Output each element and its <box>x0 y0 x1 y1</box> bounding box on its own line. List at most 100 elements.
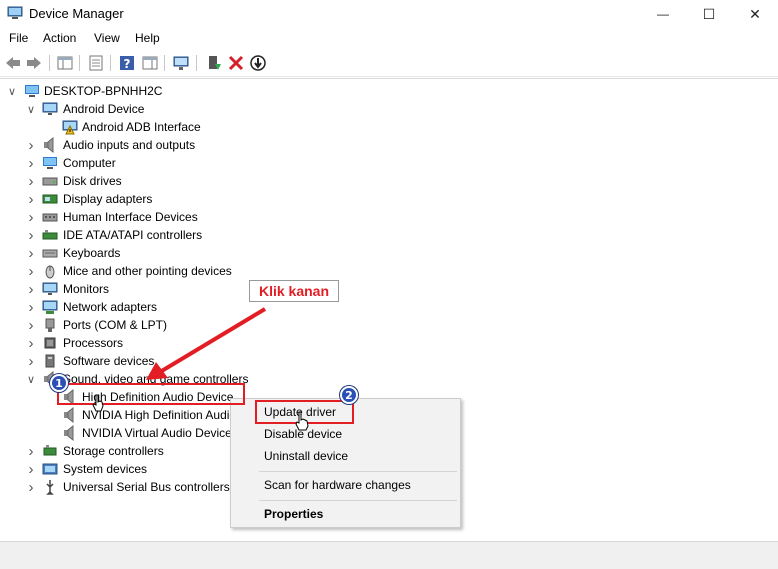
speaker-icon <box>64 407 74 423</box>
hand-cursor-icon <box>295 411 309 431</box>
monitor-icon <box>42 102 58 115</box>
software-device-icon <box>45 354 55 368</box>
tree-item-label: Display adapters <box>63 192 153 206</box>
callout-label: Klik kanan <box>249 280 339 302</box>
window-title: Device Manager <box>29 6 124 21</box>
step-badge-2: 2 <box>340 386 358 404</box>
tree-item-label: System devices <box>63 462 148 476</box>
chevron-right-icon[interactable]: › <box>26 208 36 226</box>
minimize-icon: — <box>657 7 669 21</box>
chevron-right-icon[interactable]: › <box>26 478 36 496</box>
menu-bar: File Action View Help <box>0 28 778 49</box>
tree-item-label: Mice and other pointing devices <box>63 264 232 278</box>
chevron-down-icon[interactable]: ∨ <box>7 82 17 100</box>
chevron-right-icon[interactable]: › <box>26 316 36 334</box>
pointer-cursor-icon <box>92 394 104 412</box>
context-uninstall-device[interactable]: Uninstall device <box>264 449 348 463</box>
monitor-icon <box>42 282 58 295</box>
tree-category-item[interactable]: ∨ Android Device <box>0 100 300 118</box>
disk-drive-icon <box>42 177 58 186</box>
close-button[interactable]: ✕ <box>732 0 778 28</box>
chevron-right-icon[interactable]: › <box>26 244 36 262</box>
tree-root-label: DESKTOP-BPNHH2C <box>44 84 163 98</box>
chevron-right-icon[interactable]: › <box>26 154 36 172</box>
title-bar: Device Manager — ☐ ✕ <box>0 0 778 28</box>
menu-help[interactable]: Help <box>135 31 160 45</box>
tree-child-item[interactable]: Android ADB Interface <box>0 118 300 136</box>
maximize-button[interactable]: ☐ <box>686 0 732 28</box>
tree-category-item[interactable]: › IDE ATA/ATAPI controllers <box>0 226 300 244</box>
chevron-right-icon[interactable]: › <box>26 442 36 460</box>
chevron-right-icon[interactable]: › <box>26 334 36 352</box>
chevron-right-icon[interactable]: › <box>26 226 36 244</box>
tree-item-label: Storage controllers <box>63 444 164 458</box>
chevron-right-icon[interactable]: › <box>26 136 36 154</box>
tree-item-label: IDE ATA/ATAPI controllers <box>63 228 203 242</box>
back-arrow-icon[interactable] <box>4 54 22 72</box>
action-pane-icon[interactable] <box>141 54 159 72</box>
speaker-icon <box>44 137 54 153</box>
tree-root[interactable]: ∨ DESKTOP-BPNHH2C <box>0 82 300 100</box>
tree-item-label: Computer <box>63 156 116 170</box>
monitor-scan-icon[interactable] <box>172 54 190 72</box>
tree-category-item[interactable]: › Audio inputs and outputs <box>0 136 300 154</box>
context-scan-hardware[interactable]: Scan for hardware changes <box>264 478 411 492</box>
context-separator <box>259 500 457 501</box>
chevron-right-icon[interactable]: › <box>26 298 36 316</box>
tree-category-item[interactable]: › Processors <box>0 334 300 352</box>
update-driver-icon[interactable] <box>205 54 223 72</box>
chevron-right-icon[interactable]: › <box>26 262 36 280</box>
menu-action[interactable]: Action <box>43 31 76 45</box>
processor-icon <box>44 337 56 349</box>
chevron-down-icon[interactable]: ∨ <box>26 370 36 388</box>
storage-controller-icon <box>43 445 57 456</box>
tree-item-label: Android Device <box>63 102 145 116</box>
tree-item-label: Audio inputs and outputs <box>63 138 196 152</box>
tree-category-item[interactable]: › Ports (COM & LPT) <box>0 316 300 334</box>
context-properties[interactable]: Properties <box>264 507 323 521</box>
tree-item-label: Disk drives <box>63 174 122 188</box>
warning-icon <box>62 120 78 135</box>
tree-category-item[interactable]: › Display adapters <box>0 190 300 208</box>
show-hide-console-tree-icon[interactable] <box>56 54 74 72</box>
display-adapter-icon <box>42 194 58 204</box>
tree-item-label: Android ADB Interface <box>82 120 201 134</box>
tree-category-item[interactable]: › Disk drives <box>0 172 300 190</box>
uninstall-device-icon[interactable] <box>227 54 245 72</box>
computer-icon <box>25 85 39 97</box>
chevron-right-icon[interactable]: › <box>26 190 36 208</box>
chevron-right-icon[interactable]: › <box>26 172 36 190</box>
tree-category-item[interactable]: › Computer <box>0 154 300 172</box>
chevron-right-icon[interactable]: › <box>26 460 36 478</box>
chevron-right-icon[interactable]: › <box>26 280 36 298</box>
tree-item-label: Keyboards <box>63 246 121 260</box>
minimize-button[interactable]: — <box>640 0 686 28</box>
close-icon: ✕ <box>749 5 761 22</box>
network-adapter-icon <box>42 300 58 314</box>
tree-category-item[interactable]: › Human Interface Devices <box>0 208 300 226</box>
menu-view[interactable]: View <box>94 31 120 45</box>
tree-item-label: Universal Serial Bus controllers <box>63 480 230 494</box>
tree-category-item[interactable]: › Keyboards <box>0 244 300 262</box>
tree-item-label: Network adapters <box>63 300 158 314</box>
tree-category-item[interactable]: › Mice and other pointing devices <box>0 262 300 280</box>
hid-icon <box>42 213 58 222</box>
help-icon[interactable]: ? <box>118 54 136 72</box>
keyboard-icon <box>42 249 58 258</box>
chevron-down-icon[interactable]: ∨ <box>26 100 36 118</box>
port-icon <box>45 318 55 332</box>
context-separator <box>259 471 457 472</box>
status-bar <box>0 541 778 569</box>
menu-file[interactable]: File <box>9 31 28 45</box>
computer-icon <box>43 157 57 169</box>
tree-item-label: Software devices <box>63 354 155 368</box>
chevron-right-icon[interactable]: › <box>26 352 36 370</box>
usb-icon <box>46 480 54 495</box>
enable-device-icon[interactable] <box>249 54 267 72</box>
tree-category-item[interactable]: › Software devices <box>0 352 300 370</box>
step-badge-1: 1 <box>50 374 68 392</box>
system-device-icon <box>42 463 58 475</box>
properties-icon[interactable] <box>87 54 105 72</box>
toolbar: ? <box>0 50 778 77</box>
forward-arrow-icon[interactable] <box>25 54 43 72</box>
